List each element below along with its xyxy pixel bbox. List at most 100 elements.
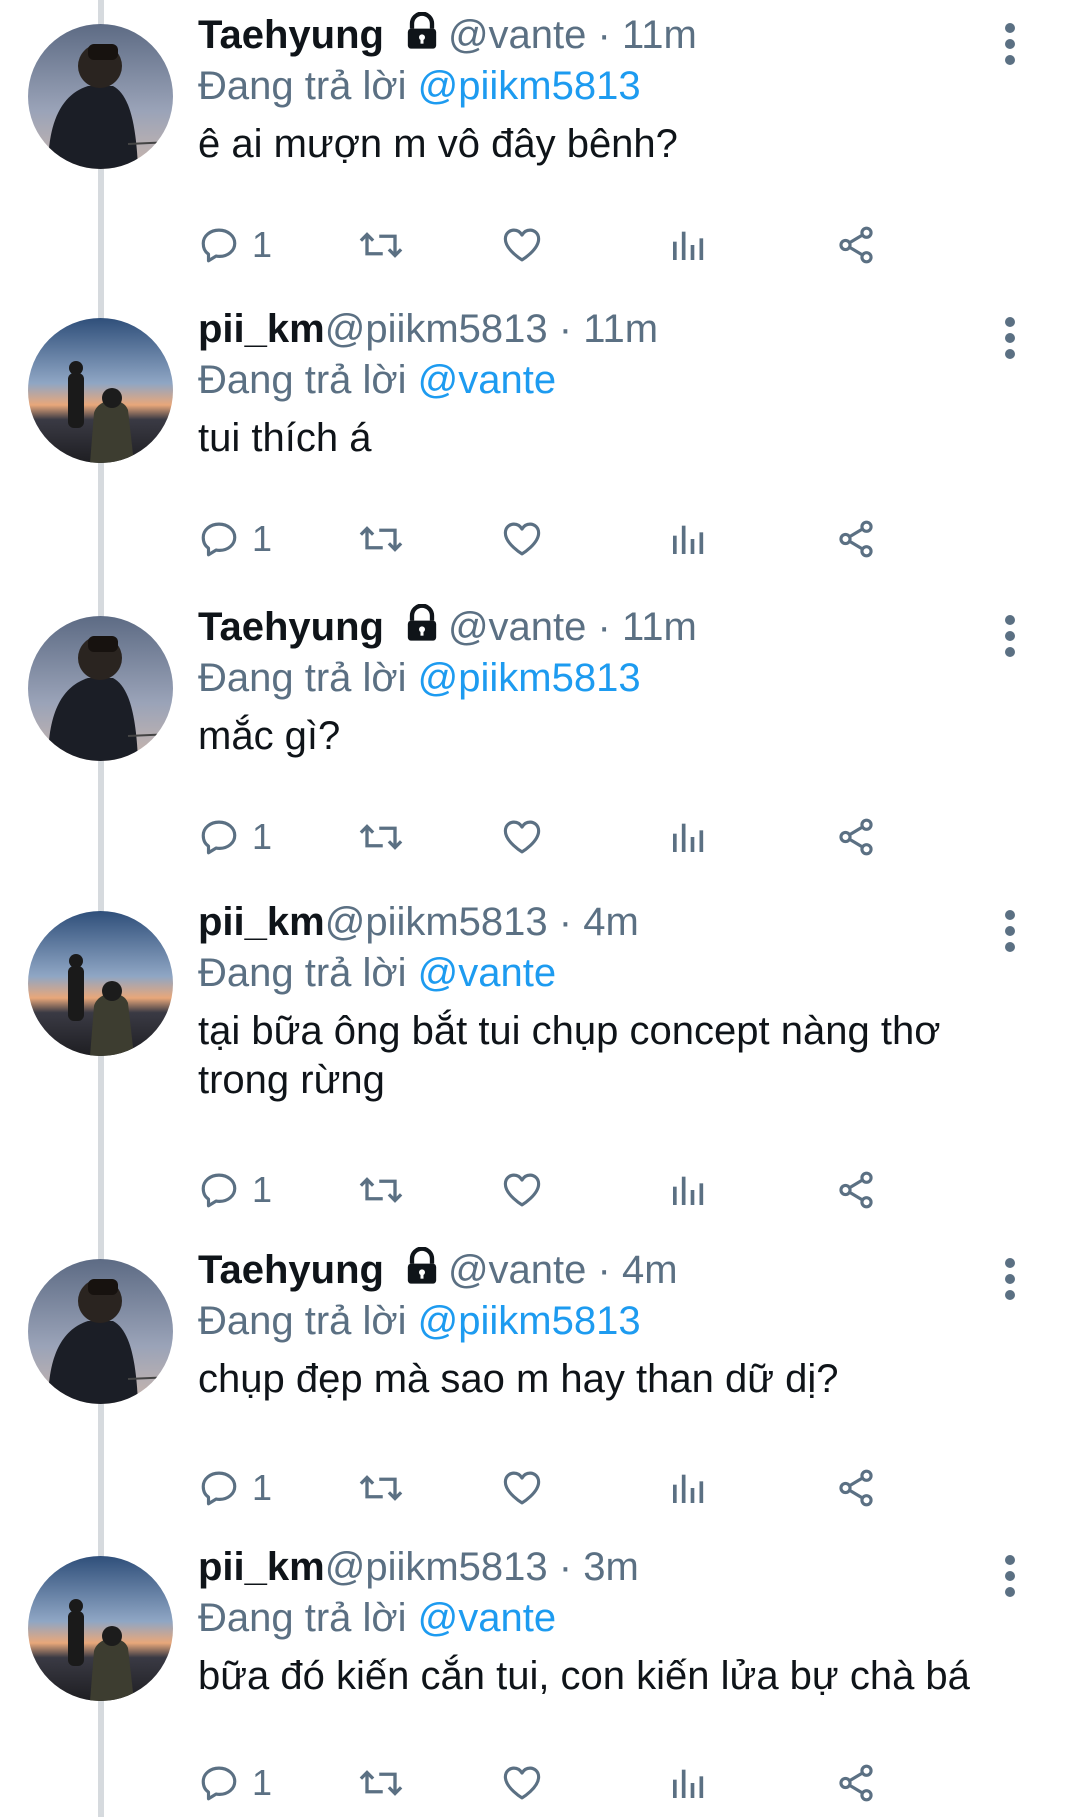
share-button[interactable] — [834, 514, 878, 564]
thread-line — [98, 0, 104, 1817]
user-handle[interactable]: @piikm5813 — [325, 1545, 548, 1589]
mention-link[interactable]: @vante — [418, 358, 556, 402]
timestamp[interactable]: 11m — [622, 13, 697, 57]
tweet-content: pii_km@piikm5813 · 3m Đang trả lời @vant… — [198, 1542, 1040, 1701]
avatar[interactable] — [28, 318, 173, 463]
replying-to-line: Đang trả lời @vante — [198, 947, 1040, 999]
analytics-button[interactable] — [668, 220, 708, 270]
reply-button[interactable]: 1 — [198, 514, 272, 564]
replying-to-line: Đang trả lời @piikm5813 — [198, 652, 1040, 704]
retweet-button[interactable] — [358, 514, 404, 564]
more-button[interactable] — [980, 901, 1040, 961]
lock-icon — [402, 603, 442, 656]
analytics-icon — [673, 231, 704, 260]
user-handle[interactable]: @piikm5813 — [325, 307, 548, 351]
display-name[interactable]: Taehyung — [198, 13, 384, 57]
like-button[interactable] — [500, 1165, 544, 1215]
tweet-content: Taehyung @vante · 11m Đang trả lời @piikm… — [198, 602, 1040, 761]
like-button[interactable] — [500, 1463, 544, 1513]
mention-link[interactable]: @piikm5813 — [418, 1299, 641, 1343]
more-vertical-icon — [1005, 317, 1015, 359]
heart-icon — [503, 820, 541, 854]
retweet-button[interactable] — [358, 812, 404, 862]
mention-link[interactable]: @vante — [418, 951, 556, 995]
analytics-button[interactable] — [668, 1165, 708, 1215]
like-button[interactable] — [500, 812, 544, 862]
avatar[interactable] — [28, 24, 173, 169]
timestamp[interactable]: 11m — [622, 605, 697, 649]
user-handle[interactable]: @vante — [448, 1248, 586, 1292]
tweet-text: mắc gì? — [198, 714, 341, 758]
share-button[interactable] — [834, 220, 878, 270]
replying-to-prefix: Đang trả lời — [198, 358, 407, 402]
display-name[interactable]: Taehyung — [198, 1248, 384, 1292]
analytics-icon — [673, 525, 704, 554]
analytics-button[interactable] — [668, 1463, 708, 1513]
reply-button[interactable]: 1 — [198, 1758, 272, 1808]
replying-to-line: Đang trả lời @vante — [198, 354, 1040, 406]
reply-icon — [201, 228, 237, 263]
mention-link[interactable]: @piikm5813 — [418, 64, 641, 108]
share-icon — [839, 520, 873, 558]
tweet-header: pii_km@piikm5813 · 3m — [198, 1542, 1040, 1592]
display-name[interactable]: pii_km — [198, 1545, 325, 1589]
more-button[interactable] — [980, 606, 1040, 666]
avatar[interactable] — [28, 616, 173, 761]
like-button[interactable] — [500, 514, 544, 564]
avatar[interactable] — [28, 911, 173, 1056]
analytics-button[interactable] — [668, 514, 708, 564]
tweet-content: pii_km@piikm5813 · 11m Đang trả lời @van… — [198, 304, 1040, 463]
timestamp[interactable]: 4m — [622, 1248, 678, 1292]
retweet-button[interactable] — [358, 1463, 404, 1513]
retweet-icon — [359, 1475, 403, 1501]
reply-button[interactable]: 1 — [198, 220, 272, 270]
more-button[interactable] — [980, 1249, 1040, 1309]
avatar[interactable] — [28, 1259, 173, 1404]
tweet-actions: 1 — [198, 1463, 1018, 1513]
tweet-header: Taehyung @vante · 11m — [198, 602, 1040, 652]
display-name[interactable]: pii_km — [198, 307, 325, 351]
reply-button[interactable]: 1 — [198, 1165, 272, 1215]
heart-icon — [503, 228, 541, 262]
user-handle[interactable]: @piikm5813 — [325, 900, 548, 944]
like-button[interactable] — [500, 220, 544, 270]
timestamp[interactable]: 11m — [583, 307, 658, 351]
heart-icon — [503, 522, 541, 556]
retweet-button[interactable] — [358, 1758, 404, 1808]
tweet-text: ê ai mượn m vô đây bênh? — [198, 122, 678, 166]
separator-dot: · — [558, 1545, 573, 1589]
retweet-button[interactable] — [358, 220, 404, 270]
display-name[interactable]: Taehyung — [198, 605, 384, 649]
more-vertical-icon — [1005, 910, 1015, 952]
analytics-icon — [673, 823, 704, 852]
reply-button[interactable]: 1 — [198, 1463, 272, 1513]
reply-icon — [201, 1766, 237, 1801]
tweet-text: chụp đẹp mà sao m hay than dữ dị? — [198, 1357, 839, 1401]
more-button[interactable] — [980, 1546, 1040, 1606]
more-button[interactable] — [980, 308, 1040, 368]
reply-icon — [201, 1471, 237, 1506]
share-button[interactable] — [834, 1758, 878, 1808]
user-handle[interactable]: @vante — [448, 605, 586, 649]
analytics-button[interactable] — [668, 812, 708, 862]
timestamp[interactable]: 4m — [583, 900, 639, 944]
reply-icon — [201, 1173, 237, 1208]
user-handle[interactable]: @vante — [448, 13, 586, 57]
analytics-button[interactable] — [668, 1758, 708, 1808]
retweet-icon — [359, 1770, 403, 1796]
mention-link[interactable]: @vante — [418, 1596, 556, 1640]
share-button[interactable] — [834, 812, 878, 862]
timestamp[interactable]: 3m — [583, 1545, 639, 1589]
more-button[interactable] — [980, 14, 1040, 74]
share-button[interactable] — [834, 1165, 878, 1215]
avatar[interactable] — [28, 1556, 173, 1701]
heart-icon — [503, 1173, 541, 1207]
mention-link[interactable]: @piikm5813 — [418, 656, 641, 700]
retweet-button[interactable] — [358, 1165, 404, 1215]
share-button[interactable] — [834, 1463, 878, 1513]
reply-button[interactable]: 1 — [198, 812, 272, 862]
like-button[interactable] — [500, 1758, 544, 1808]
tweet-actions: 1 — [198, 514, 1018, 564]
heart-icon — [503, 1766, 541, 1800]
display-name[interactable]: pii_km — [198, 900, 325, 944]
